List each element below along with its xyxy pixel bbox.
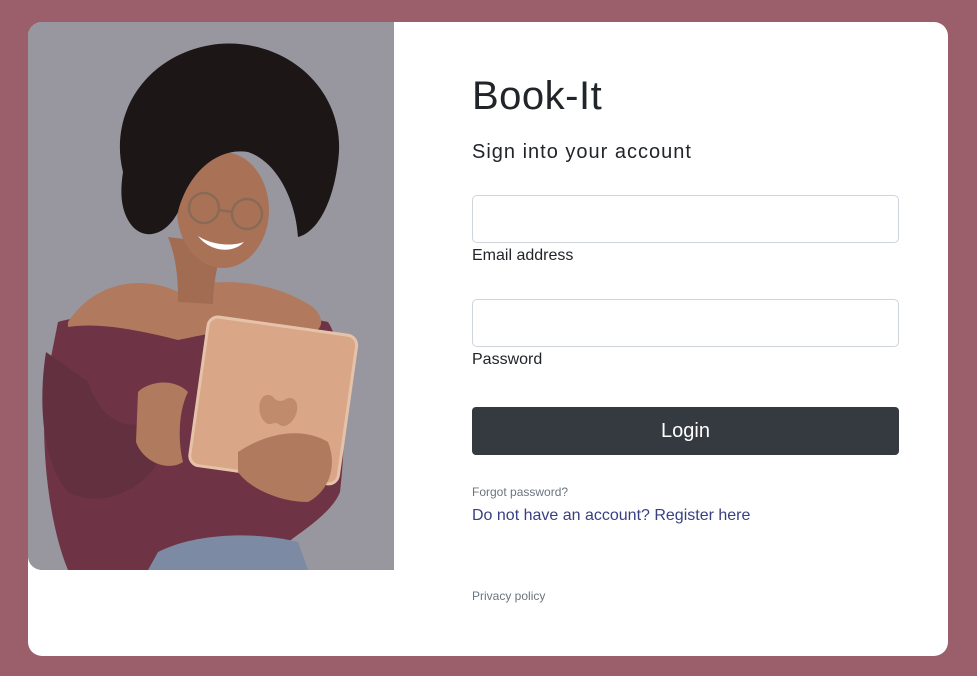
email-input[interactable] — [472, 195, 899, 243]
login-card: Book-It Sign into your account Email add… — [28, 22, 948, 656]
brand-title: Book-It — [472, 74, 603, 118]
woman-with-tablet-photo — [28, 22, 394, 570]
privacy-policy-link[interactable]: Privacy policy — [472, 589, 545, 603]
login-button[interactable]: Login — [472, 407, 899, 455]
register-link[interactable]: Do not have an account? Register here — [472, 507, 750, 525]
password-label: Password — [472, 351, 543, 368]
form-subtitle: Sign into your account — [472, 141, 692, 163]
login-form: Book-It Sign into your account Email add… — [472, 22, 912, 656]
email-label: Email address — [472, 247, 574, 264]
forgot-password-link[interactable]: Forgot password? — [472, 485, 568, 499]
password-input[interactable] — [472, 299, 899, 347]
